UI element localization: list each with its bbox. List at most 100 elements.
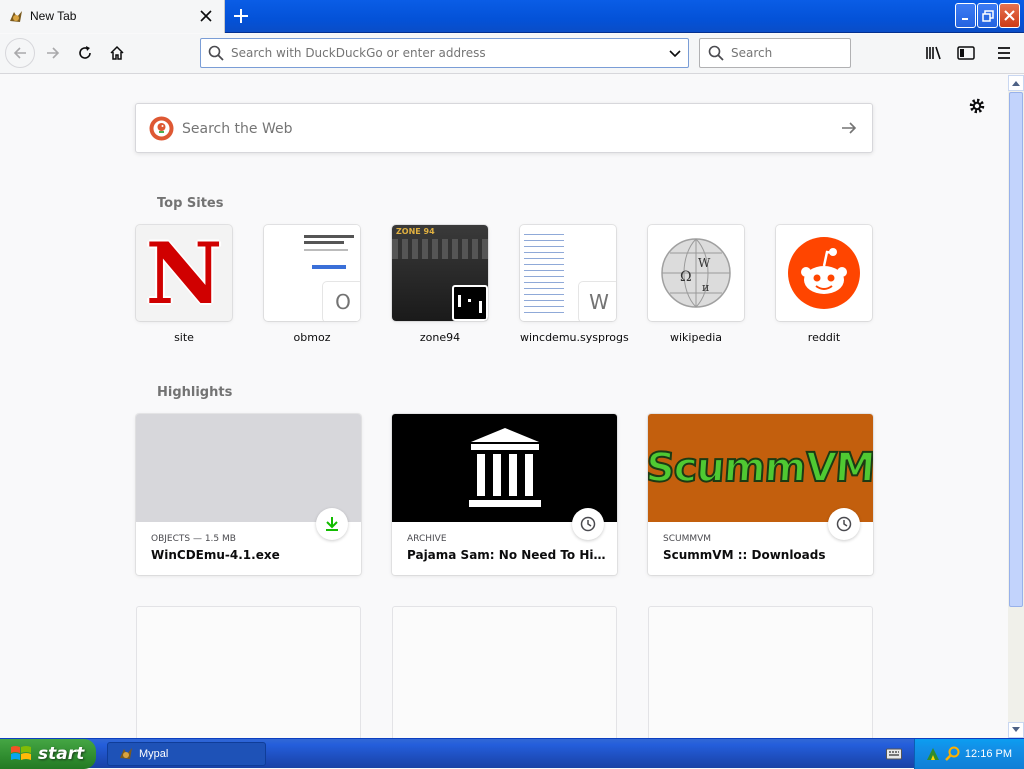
start-button[interactable]: start (0, 739, 96, 769)
clock-icon (828, 508, 860, 540)
clock-icon (572, 508, 604, 540)
forward-button[interactable] (38, 38, 68, 68)
highlight-card-wincdemu[interactable]: OBJECTS — 1.5 MB WinCDEmu-4.1.exe (136, 414, 361, 575)
site-thumbnail (776, 225, 872, 321)
card-image: ScummVM (648, 414, 873, 522)
web-search-box[interactable] (135, 103, 873, 153)
window-close-button[interactable] (999, 3, 1020, 28)
arrow-right-icon[interactable] (840, 119, 858, 137)
menu-button[interactable] (989, 38, 1019, 68)
site-thumbnail: O (264, 225, 360, 321)
reload-button[interactable] (70, 38, 100, 68)
new-tab-page: Top Sites N site O obmoz ZONE 94 (0, 75, 1008, 738)
mypal-favicon-icon (10, 11, 22, 22)
top-site-label: obmoz (293, 331, 331, 344)
empty-highlight-placeholder (648, 606, 873, 738)
scummvm-logo: ScummVM (648, 444, 873, 492)
card-title: ScummVM :: Downloads (663, 548, 826, 562)
empty-highlight-placeholder (392, 606, 617, 738)
reddit-logo-icon (788, 237, 860, 309)
top-site-obmoz[interactable]: O obmoz (264, 225, 360, 344)
taskbar-item-label: Mypal (139, 748, 169, 760)
site-logo-glyph: N (145, 225, 223, 321)
vertical-scrollbar[interactable] (1008, 75, 1024, 738)
minimize-button[interactable] (955, 3, 976, 28)
card-title: WinCDEmu-4.1.exe (151, 548, 280, 562)
home-button[interactable] (102, 38, 132, 68)
sidebar-button[interactable] (951, 38, 981, 68)
url-bar[interactable] (200, 38, 689, 68)
scroll-down-button[interactable] (1008, 722, 1024, 738)
navigation-toolbar (0, 34, 1024, 74)
scroll-thumb[interactable] (1009, 92, 1023, 607)
highlight-card-archive[interactable]: ARCHIVE Pajama Sam: No Need To Hide When… (392, 414, 617, 575)
search-icon (708, 45, 724, 61)
top-site-wikipedia[interactable]: Ω W и wikipedia (648, 225, 744, 344)
system-tray: 12:16 PM (914, 739, 1024, 769)
keyboard-icon[interactable] (886, 747, 902, 761)
top-site-reddit[interactable]: reddit (776, 225, 872, 344)
windows-logo-icon (11, 746, 31, 760)
forward-arrow-icon (47, 47, 60, 59)
tab-close-icon[interactable] (196, 6, 216, 26)
svg-text:и: и (702, 281, 709, 294)
card-title: Pajama Sam: No Need To Hide When It's Da… (407, 548, 607, 562)
taskbar: start Mypal 12:16 PM (0, 738, 1024, 769)
tab-title: New Tab (30, 9, 77, 23)
top-sites-heading: Top Sites (157, 196, 224, 211)
browser-window: New Tab Top Sites (0, 0, 1024, 738)
library-icon (926, 46, 941, 60)
card-image (392, 414, 617, 522)
top-site-wincdemu[interactable]: W wincdemu.sysprogs (520, 225, 629, 344)
reload-icon (79, 46, 91, 59)
top-site-tile[interactable]: N site (136, 225, 232, 344)
gear-icon[interactable] (966, 95, 988, 117)
pong-icon (452, 285, 488, 321)
wikipedia-globe-icon: Ω W и (661, 238, 731, 308)
tab-new-tab[interactable]: New Tab (0, 0, 225, 33)
restore-button[interactable] (977, 3, 998, 28)
home-icon (110, 45, 124, 60)
top-site-label: wincdemu.sysprogs (520, 331, 629, 344)
taskbar-item-mypal[interactable]: Mypal (107, 742, 266, 766)
card-context: OBJECTS — 1.5 MB (151, 534, 236, 544)
search-tray-icon[interactable] (945, 746, 961, 762)
search-icon (208, 45, 224, 61)
duckduckgo-logo-icon (149, 116, 174, 141)
web-search-input[interactable] (182, 119, 782, 139)
archive-building-icon (468, 428, 541, 507)
taskbar-clock: 12:16 PM (964, 748, 1012, 760)
site-thumbnail: N (136, 225, 232, 321)
search-bar[interactable] (699, 38, 851, 68)
download-icon (316, 508, 348, 540)
search-input[interactable] (731, 44, 841, 62)
start-label: start (38, 744, 85, 764)
card-context: SCUMMVM (663, 534, 712, 544)
highlight-card-scummvm[interactable]: ScummVM SCUMMVM ScummVM :: Downloads (648, 414, 873, 575)
site-thumbnail: ZONE 94 (392, 225, 488, 321)
card-image (136, 414, 361, 522)
site-thumbnail: Ω W и (648, 225, 744, 321)
chevron-down-icon[interactable] (668, 46, 682, 60)
card-context: ARCHIVE (407, 534, 447, 544)
top-site-label: wikipedia (669, 331, 722, 344)
url-input[interactable] (231, 44, 651, 62)
back-button[interactable] (5, 38, 35, 68)
top-site-label: site (174, 331, 194, 344)
highlights-heading: Highlights (157, 385, 233, 400)
tab-strip: New Tab (0, 0, 1024, 33)
new-tab-button[interactable] (230, 5, 252, 27)
site-thumbnail: W (520, 225, 616, 321)
mypal-app-icon (120, 748, 132, 759)
scroll-up-button[interactable] (1008, 75, 1024, 91)
hamburger-menu-icon (998, 47, 1010, 59)
top-site-label: zone94 (419, 331, 461, 344)
svg-text:Ω: Ω (680, 269, 692, 285)
top-site-zone94[interactable]: ZONE 94 zone94 (392, 225, 488, 344)
network-icon[interactable] (925, 746, 941, 762)
page-preview (524, 229, 564, 317)
sidebar-icon (957, 46, 975, 60)
empty-highlight-placeholder (136, 606, 361, 738)
svg-text:W: W (698, 256, 711, 270)
library-button[interactable] (919, 38, 949, 68)
